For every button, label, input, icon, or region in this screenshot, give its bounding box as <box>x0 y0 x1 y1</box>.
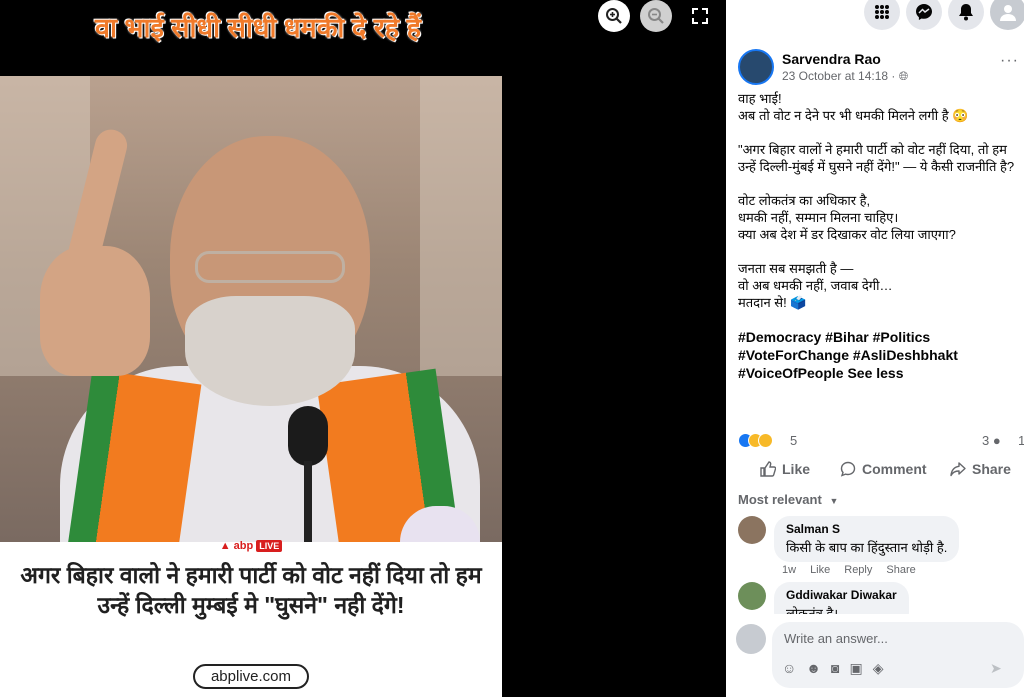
post-date-text: 23 October at 14:18 · <box>782 69 899 83</box>
microphone <box>288 406 328 466</box>
comment-item: Salman S किसी के बाप का हिंदुस्तान थोड़ी… <box>738 516 1024 578</box>
scarf-left <box>64 369 202 542</box>
speaker-beard <box>185 296 355 406</box>
author-name[interactable]: Sarvendra Rao <box>782 51 881 67</box>
comment-input-placeholder: Write an answer... <box>784 631 888 646</box>
zoom-out-button[interactable] <box>640 0 672 32</box>
background-stripe <box>420 76 502 376</box>
reaction-icons[interactable] <box>738 432 773 449</box>
comment-count-icon: ● <box>992 433 1001 448</box>
camera-icon[interactable]: ◙ <box>831 660 839 677</box>
like-button[interactable]: Like <box>760 461 810 477</box>
my-avatar[interactable] <box>736 624 766 654</box>
overlay-title: वा भाई सीधी सीधी धमकी दे रहे हैं <box>95 13 421 43</box>
sad-reaction-icon <box>758 433 773 449</box>
share-label: Share <box>972 461 1011 477</box>
comment-text: लोकतंत्र है। <box>786 606 839 614</box>
like-label: Like <box>782 461 811 477</box>
comment-item: Gddiwakar Diwakar लोकतंत्र है। <box>738 582 1024 614</box>
abp-logo-icon: ▲ <box>219 540 231 552</box>
commenter-name[interactable]: Gddiwakar Diwakar <box>786 588 897 602</box>
share-count[interactable]: 1 <box>1018 433 1024 448</box>
avatar-sticker-icon[interactable]: ☺ <box>782 660 796 677</box>
fullscreen-button[interactable] <box>684 0 716 32</box>
commenter-avatar[interactable] <box>738 516 766 544</box>
sticker-icon[interactable]: ◈ <box>873 660 884 677</box>
hashtag-line[interactable]: #VoteForChange #AsliDeshbhakt <box>738 347 958 363</box>
microphone-stand <box>304 461 312 542</box>
commenter-avatar[interactable] <box>738 582 766 610</box>
comment-count[interactable]: 3 ● <box>982 433 1001 448</box>
image-site: abplive.com <box>0 664 502 689</box>
photo-viewer: ▲ abp LIVE अगर बिहार वालो ने हमारी पार्ट… <box>0 0 726 697</box>
chevron-down-icon: ▼ <box>829 496 839 506</box>
comment-text: किसी के बाप का हिंदुस्तान थोड़ी है. <box>786 540 948 555</box>
author-avatar[interactable] <box>738 49 774 85</box>
notifications-button[interactable] <box>948 0 984 30</box>
comment-count-value: 3 <box>982 433 990 448</box>
comment-input[interactable]: Write an answer... ☺ ☻ ◙ ▣ ◈ ➤ <box>772 622 1024 688</box>
comment-label: Comment <box>862 461 927 477</box>
grid-menu-icon <box>875 5 889 19</box>
comment-reply-link[interactable]: Reply <box>844 564 872 576</box>
messenger-button[interactable] <box>906 0 942 30</box>
see-less-link[interactable]: See less <box>847 365 903 381</box>
comment-icon <box>840 461 856 477</box>
post-text: वाह भाई! अब तो वोट न देने पर भी धमकी मिल… <box>738 90 1018 382</box>
post-actions: Like Comment Share <box>726 458 1024 482</box>
emoji-icon[interactable]: ☻ <box>806 660 821 677</box>
post-paragraph: "अगर बिहार वालों ने हमारी पार्टी को वोट … <box>738 142 1015 174</box>
bell-icon <box>959 4 973 21</box>
top-bar <box>726 0 1024 30</box>
zoom-in-button[interactable] <box>598 0 630 32</box>
comment-time[interactable]: 1w <box>782 564 796 576</box>
post-image[interactable]: ▲ abp LIVE अगर बिहार वालो ने हमारी पार्ट… <box>0 76 502 697</box>
gif-icon[interactable]: ▣ <box>850 660 863 677</box>
thumbs-up-icon <box>760 461 776 477</box>
live-badge: LIVE <box>256 540 283 552</box>
sort-label: Most relevant <box>738 492 822 507</box>
zoom-out-icon <box>648 8 664 24</box>
fullscreen-icon <box>692 8 708 24</box>
post-panel: Sarvendra Rao 23 October at 14:18 · 🌐︎ ·… <box>726 0 1024 697</box>
comment-bubble: Salman S किसी के बाप का हिंदुस्तान थोड़ी… <box>774 516 960 562</box>
zoom-in-icon <box>606 8 622 24</box>
globe-icon: 🌐︎ <box>898 69 909 83</box>
comment-button[interactable]: Comment <box>840 461 927 477</box>
abp-logo: ▲ abp LIVE <box>0 536 502 554</box>
photo-speaker <box>0 76 502 542</box>
post-hashtags: #Democracy #Bihar #Politics #VoteForChan… <box>738 328 1018 382</box>
hashtag-line[interactable]: #VoiceOfPeople <box>738 365 844 381</box>
comment-sort-dropdown[interactable]: Most relevant ▼ <box>738 492 838 507</box>
reactions-bar: 5 3 ● 1 <box>738 432 1024 450</box>
account-avatar-icon <box>1000 5 1016 21</box>
hashtag-line[interactable]: #Democracy #Bihar #Politics <box>738 329 930 345</box>
account-button[interactable] <box>990 0 1024 30</box>
site-url: abplive.com <box>192 664 310 689</box>
comment-like-link[interactable]: Like <box>810 564 830 576</box>
post-date[interactable]: 23 October at 14:18 · 🌐︎ <box>782 69 908 84</box>
comment-meta: 1w Like Reply Share <box>782 564 916 576</box>
reaction-count[interactable]: 5 <box>790 433 797 448</box>
more-options-icon[interactable]: ··· <box>1000 52 1019 70</box>
share-icon <box>950 462 966 477</box>
comment-bubble: Gddiwakar Diwakar लोकतंत्र है। <box>774 582 909 614</box>
post-paragraph: वोट लोकतंत्र का अधिकार है, धमकी नहीं, सम… <box>738 193 956 242</box>
image-headline: अगर बिहार वालो ने हमारी पार्टी को वोट नह… <box>20 562 482 618</box>
comment-share-link[interactable]: Share <box>886 564 915 576</box>
menu-button[interactable] <box>864 0 900 30</box>
post-paragraph: वाह भाई! अब तो वोट न देने पर भी धमकी मिल… <box>738 91 969 123</box>
composer-tools: ☺ ☻ ◙ ▣ ◈ <box>782 660 884 677</box>
post-paragraph: जनता सब समझती है — वो अब धमकी नहीं, जवाब… <box>738 261 893 310</box>
messenger-icon <box>916 4 932 20</box>
speaker-glasses <box>195 251 345 283</box>
share-button[interactable]: Share <box>950 461 1011 477</box>
commenter-name[interactable]: Salman S <box>786 522 947 536</box>
speaker-hand <box>40 246 150 376</box>
send-icon[interactable]: ➤ <box>990 660 1002 677</box>
abp-logo-text: abp <box>233 540 254 552</box>
